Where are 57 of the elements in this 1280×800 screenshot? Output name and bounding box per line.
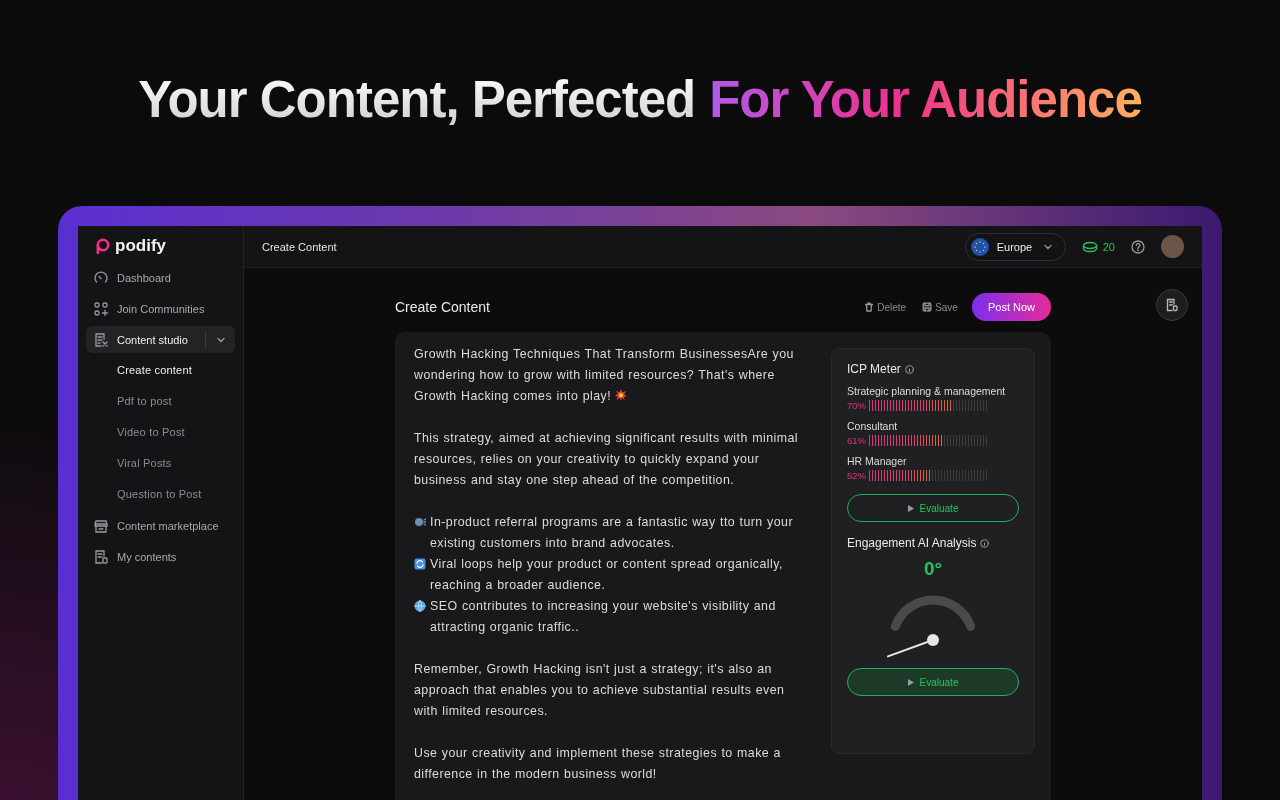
trash-icon (864, 302, 875, 312)
nav-item[interactable]: Join Communities (86, 295, 235, 322)
speech-head-icon (414, 516, 426, 528)
panel-title: Engagement AI Analysis (847, 536, 977, 550)
storefront-icon (93, 517, 109, 534)
meter-reading: 61% (847, 435, 864, 446)
brand-name: podify (115, 236, 166, 256)
credit-count: 20 (1102, 240, 1115, 253)
nav-group-item[interactable]: Content studio (86, 326, 235, 353)
region-dropdown[interactable]: Europe (964, 232, 1066, 261)
play-icon (907, 504, 914, 512)
globe-icon (414, 600, 426, 612)
play-icon (907, 678, 914, 686)
submenu-item[interactable]: Question to Post (86, 479, 235, 510)
nav-item[interactable]: Dashboard (86, 264, 235, 291)
bullet-text: Viral loops help your product or content spread organically, reaching a broader audience. (430, 556, 784, 594)
meter-label: Consultant (847, 420, 899, 432)
submenu-item[interactable]: Viral Posts (86, 448, 235, 479)
bullet-text: In-product referral programs are a fantastic way tto turn your existing customers into brand advocates. (430, 514, 794, 552)
submenu-item[interactable]: Video to Post (86, 417, 235, 448)
section-title: Create Content (395, 299, 490, 315)
bullet-text: SEO contributes to increasing your website's visibility and attracting organic traffic.. (430, 598, 777, 636)
save-button[interactable]: Save (920, 299, 960, 315)
avatar[interactable] (1161, 235, 1184, 258)
post-paragraph: Remember, Growth Hacking isn't just a strategy; it's also an approach that enables you to achieve substantial results even with limited resources. (414, 662, 785, 718)
delete-button[interactable]: Delete (862, 299, 909, 315)
nav-item[interactable]: Content marketplace (86, 512, 235, 539)
post-paragraph: This strategy, aimed at achieving significant results with minimal resources, relies on your creativity to quickly expand your business and stay one step ahead of the competition. (414, 431, 798, 487)
document-icon (1165, 298, 1179, 312)
refresh-icon (414, 558, 426, 570)
submenu-item[interactable]: Pdf to post (86, 386, 235, 417)
info-icon (904, 364, 914, 374)
page-title: Create Content (262, 240, 337, 253)
community-icon (93, 300, 109, 317)
flag-icon (970, 237, 989, 256)
info-icon (980, 538, 990, 548)
coin-icon (1081, 240, 1098, 253)
meter-reading: 52% (847, 470, 864, 481)
help-icon[interactable] (1131, 239, 1145, 254)
nav-item[interactable]: My contents (86, 543, 235, 570)
speedometer-icon (93, 269, 109, 286)
panel-title: ICP Meter (847, 362, 901, 376)
gauge-needle (886, 634, 939, 658)
post-paragraph: Use your creativity and implement these strategies to make a difference in the modern business world! (414, 746, 781, 781)
score-reading: 0° (922, 558, 944, 580)
post-now-button[interactable]: Post Now (971, 293, 1051, 321)
document-button[interactable] (1156, 289, 1188, 321)
meter-label: Strategic planning & management (847, 385, 1007, 397)
document-list-icon (93, 548, 109, 565)
evaluate-button[interactable]: Evaluate (847, 668, 1019, 696)
submenu-item[interactable]: Create content (86, 355, 235, 386)
post-paragraph: Growth Hacking Techniques That Transform BusinessesAre you wondering how to grow with limited resources? That's where Growth Hacking comes into play! (414, 347, 794, 403)
document-edit-icon (93, 331, 109, 348)
logo-icon (94, 238, 110, 254)
floppy-icon (922, 302, 933, 312)
meter-reading: 70% (847, 400, 864, 411)
meter-label: HR Manager (847, 455, 908, 467)
